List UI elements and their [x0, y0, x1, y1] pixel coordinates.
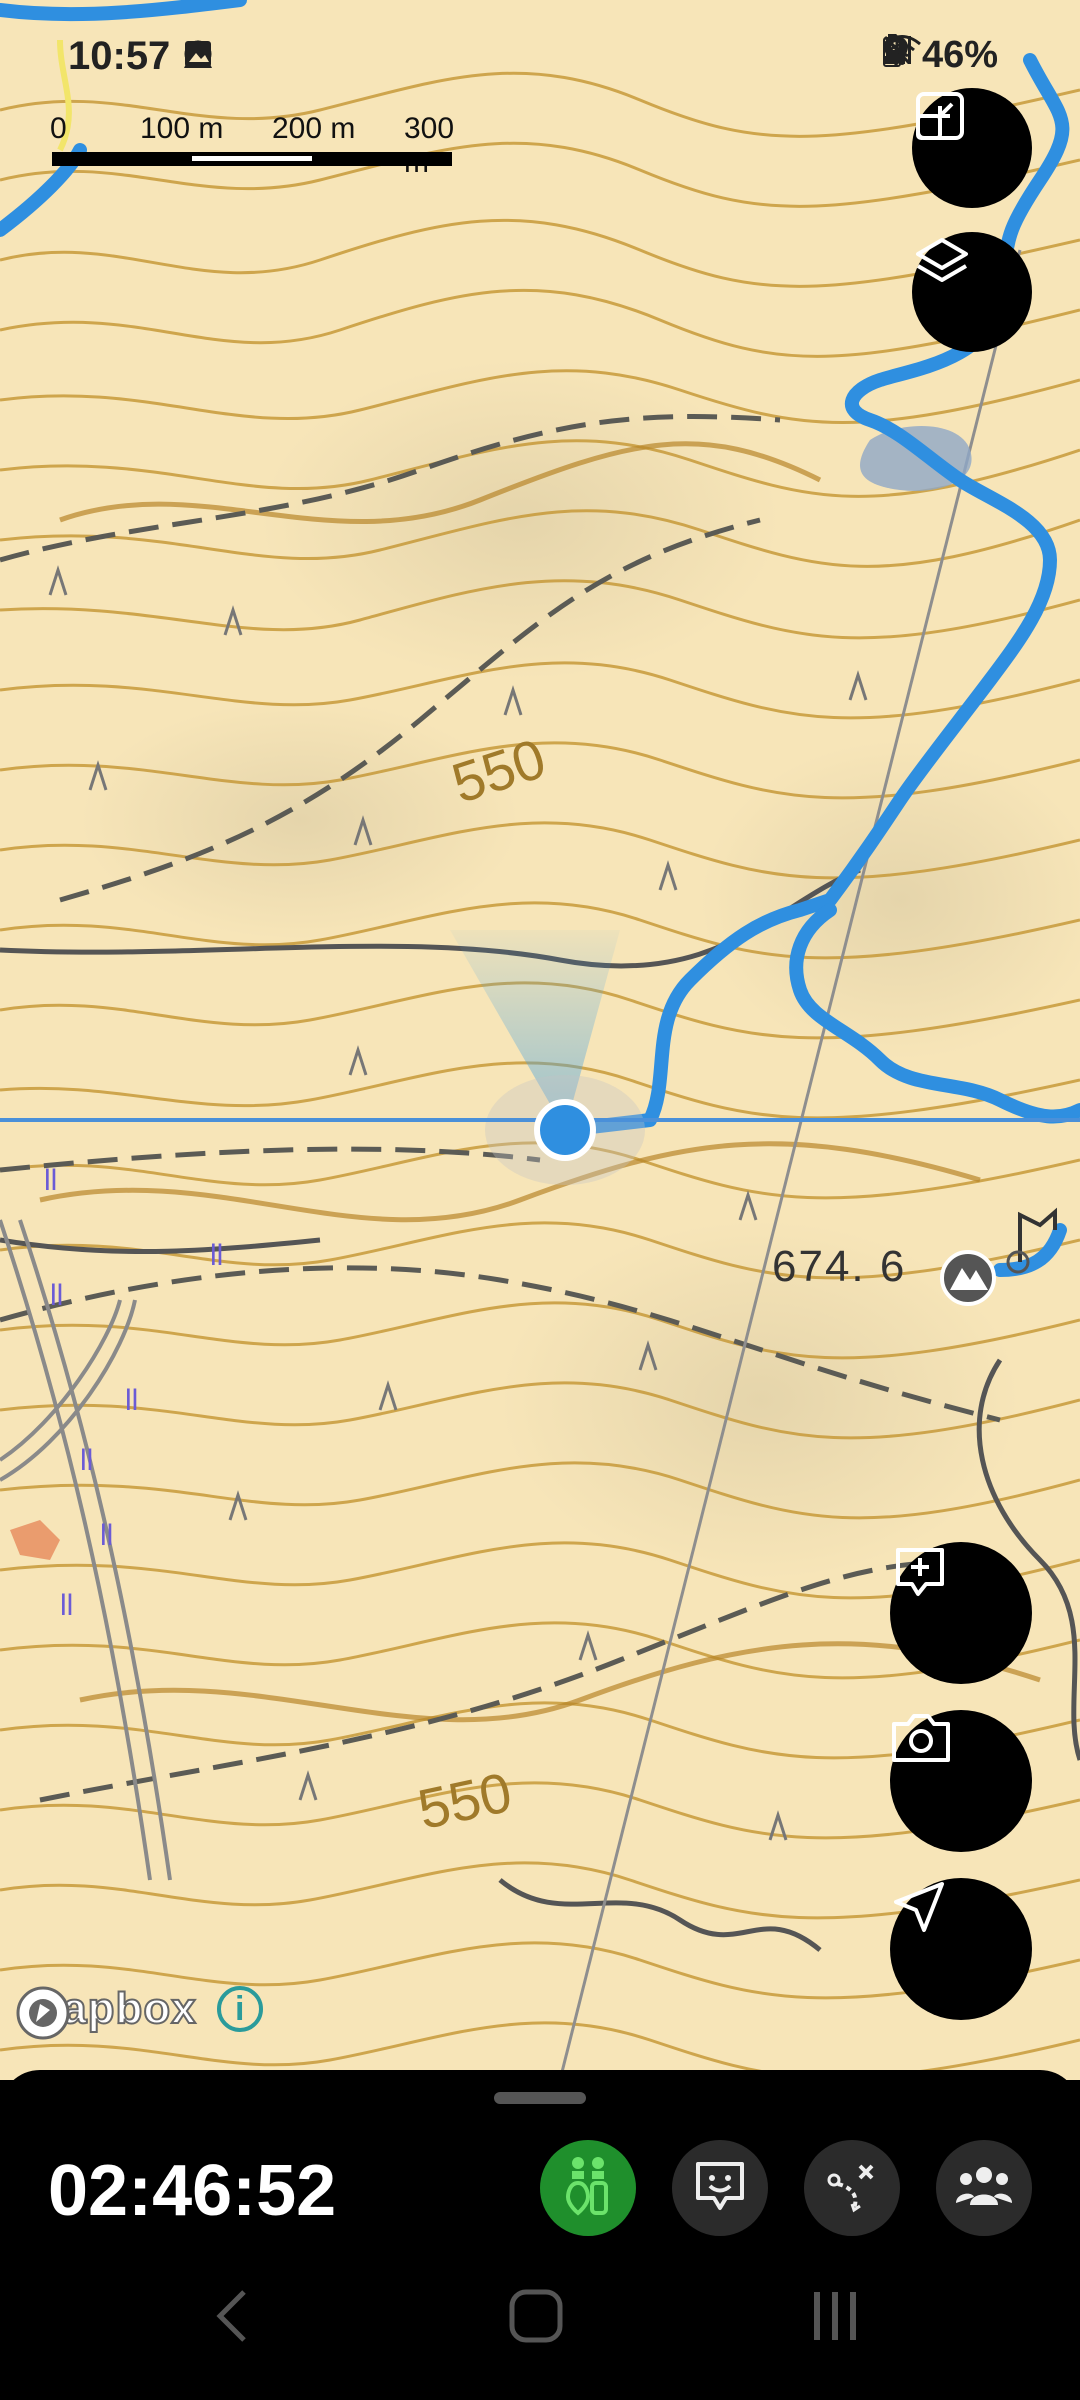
- layers-button[interactable]: [912, 232, 1032, 352]
- status-bar: 10:57 46%: [0, 0, 1080, 100]
- peak-elevation-label: 674. 6: [772, 1242, 907, 1291]
- camera-button[interactable]: [890, 1710, 1032, 1852]
- svg-text:ll: ll: [60, 1589, 73, 1622]
- map-canvas[interactable]: ll ll ll ll ll ll ll 550 550 674. 6 10:5…: [0, 0, 1080, 2080]
- chat-button[interactable]: [672, 2140, 768, 2236]
- home-icon: [508, 2289, 564, 2348]
- add-note-button[interactable]: [890, 1542, 1032, 1684]
- scale-label: 200 m: [272, 112, 356, 145]
- scale-label: 0: [50, 112, 67, 145]
- scale-bar: 0 100 m 200 m 300 m: [48, 112, 458, 179]
- home-button[interactable]: [508, 2288, 564, 2349]
- mapbox-attribution[interactable]: mapbox i: [14, 1983, 263, 2040]
- hiker-group-button[interactable]: [540, 2140, 636, 2236]
- route-edit-icon: [824, 2158, 880, 2219]
- back-icon: [212, 2290, 252, 2348]
- current-location-marker: [534, 1099, 596, 1161]
- sheet-handle[interactable]: [494, 2092, 586, 2104]
- battery-percent: 46%: [921, 34, 998, 76]
- status-time: 10:57: [68, 34, 171, 78]
- scale-label: 300 m: [404, 112, 455, 179]
- scale-bar-graphic: [52, 152, 452, 166]
- route-edit-button[interactable]: [804, 2140, 900, 2236]
- scale-label: 100 m: [140, 112, 224, 145]
- locate-button[interactable]: [890, 1878, 1032, 2020]
- svg-text:ll: ll: [210, 1239, 223, 1272]
- svg-text:ll: ll: [50, 1279, 63, 1312]
- svg-text:ll: ll: [100, 1519, 113, 1552]
- system-navigation-bar: [0, 2240, 1080, 2400]
- svg-text:ll: ll: [125, 1384, 138, 1417]
- elapsed-time: 02:46:52: [48, 2151, 337, 2231]
- info-icon[interactable]: i: [216, 1986, 263, 2032]
- svg-text:ll: ll: [80, 1444, 93, 1477]
- recents-button[interactable]: [810, 2288, 862, 2349]
- people-button[interactable]: [936, 2140, 1032, 2236]
- people-icon: [954, 2161, 1014, 2216]
- hiker-group-icon: [558, 2155, 618, 2222]
- recents-icon: [810, 2292, 862, 2348]
- expand-button[interactable]: [912, 88, 1032, 208]
- chat-face-icon: [692, 2158, 748, 2219]
- svg-text:ll: ll: [44, 1164, 57, 1197]
- back-button[interactable]: [212, 2288, 252, 2349]
